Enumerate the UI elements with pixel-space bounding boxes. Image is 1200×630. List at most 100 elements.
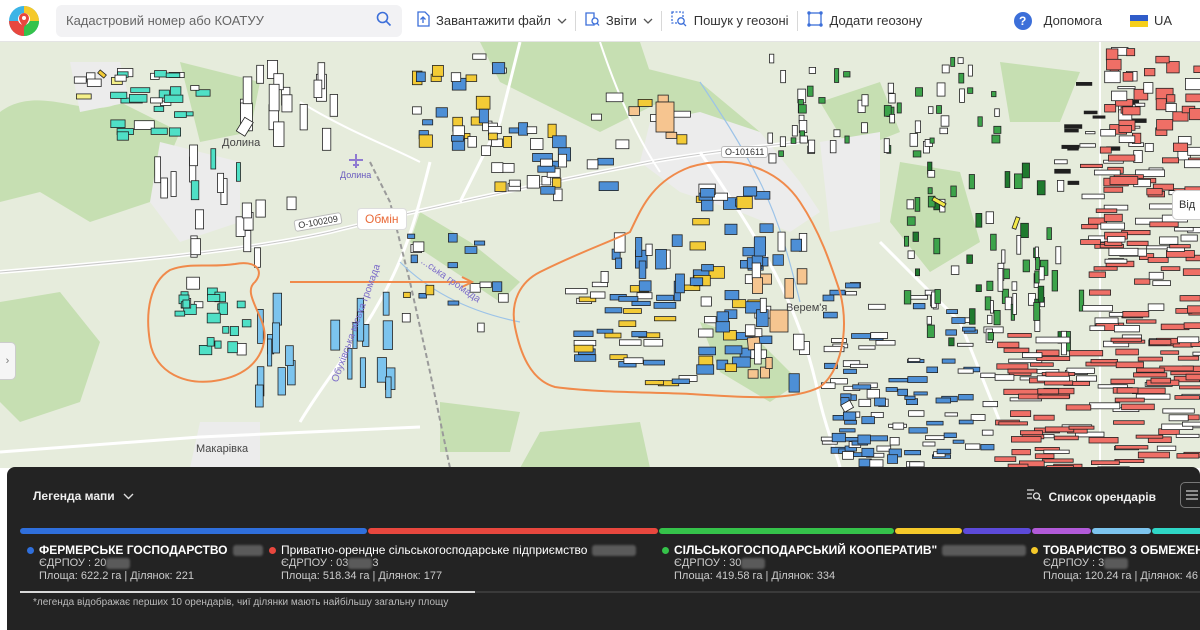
land-parcel[interactable]	[110, 91, 128, 99]
land-parcel[interactable]	[928, 106, 934, 114]
land-parcel[interactable]	[272, 322, 280, 354]
land-parcel[interactable]	[959, 88, 965, 103]
land-parcel[interactable]	[1106, 58, 1122, 71]
land-parcel[interactable]	[1118, 135, 1136, 143]
land-parcel[interactable]	[845, 291, 858, 296]
land-parcel[interactable]	[1022, 352, 1043, 359]
land-parcel[interactable]	[1022, 259, 1030, 273]
land-parcel[interactable]	[1156, 445, 1177, 451]
land-parcel[interactable]	[784, 278, 794, 299]
land-parcel[interactable]	[526, 126, 538, 134]
land-parcel[interactable]	[844, 135, 850, 144]
land-parcel[interactable]	[857, 434, 871, 445]
land-parcel[interactable]	[968, 174, 975, 190]
land-parcel[interactable]	[1104, 70, 1121, 84]
land-parcel[interactable]	[655, 101, 675, 133]
land-parcel[interactable]	[1065, 404, 1092, 411]
map-layer[interactable]	[0, 42, 1200, 468]
land-parcel[interactable]	[957, 57, 964, 64]
land-parcel[interactable]	[447, 233, 458, 243]
land-parcel[interactable]	[214, 340, 222, 349]
land-parcel[interactable]	[1147, 257, 1169, 263]
land-parcel[interactable]	[1189, 108, 1200, 121]
land-parcel[interactable]	[1089, 402, 1121, 410]
land-parcel[interactable]	[268, 83, 280, 112]
land-parcel[interactable]	[1007, 332, 1032, 338]
land-parcel[interactable]	[218, 302, 228, 315]
land-parcel[interactable]	[993, 309, 1001, 326]
land-parcel[interactable]	[464, 246, 478, 254]
land-parcel[interactable]	[242, 76, 253, 105]
land-parcel[interactable]	[285, 345, 294, 367]
land-parcel[interactable]	[788, 373, 800, 393]
land-parcel[interactable]	[799, 135, 808, 144]
land-parcel[interactable]	[110, 119, 126, 129]
land-parcel[interactable]	[874, 397, 886, 407]
land-parcel[interactable]	[981, 429, 994, 436]
land-parcel[interactable]	[1003, 347, 1030, 353]
land-parcel[interactable]	[1080, 163, 1103, 169]
land-parcel[interactable]	[1166, 94, 1176, 103]
land-parcel[interactable]	[1011, 436, 1042, 443]
land-parcel[interactable]	[229, 326, 239, 337]
land-parcel[interactable]	[1111, 90, 1128, 102]
land-parcel[interactable]	[604, 332, 622, 339]
land-parcel[interactable]	[845, 282, 861, 289]
land-parcel[interactable]	[1069, 350, 1104, 357]
land-parcel[interactable]	[909, 133, 918, 147]
land-parcel[interactable]	[948, 337, 955, 347]
land-parcel[interactable]	[934, 289, 941, 304]
land-parcel[interactable]	[912, 231, 919, 242]
land-parcel[interactable]	[829, 289, 846, 296]
land-parcel[interactable]	[254, 247, 261, 268]
land-parcel[interactable]	[808, 66, 817, 74]
land-parcel[interactable]	[168, 127, 181, 137]
land-parcel[interactable]	[765, 357, 773, 370]
legend-scrollbar-thumb[interactable]	[20, 591, 475, 593]
land-parcel[interactable]	[1064, 124, 1083, 129]
land-parcel[interactable]	[834, 68, 840, 83]
land-parcel[interactable]	[1122, 71, 1134, 82]
legend-owner-3[interactable]: СІЛЬСЬКОГОСПОДАРСЬКИЙ КООПЕРАТИВ" ЄДРПОУ…	[662, 543, 1027, 583]
land-parcel[interactable]	[868, 303, 886, 310]
land-parcel[interactable]	[644, 380, 664, 386]
land-parcel[interactable]	[665, 131, 678, 139]
land-parcel[interactable]	[700, 296, 712, 307]
land-parcel[interactable]	[128, 94, 148, 103]
side-button-vid[interactable]: Від	[1172, 190, 1200, 220]
land-parcel[interactable]	[732, 299, 747, 309]
land-parcel[interactable]	[643, 339, 664, 347]
land-parcel[interactable]	[767, 132, 774, 144]
land-parcel[interactable]	[76, 93, 92, 100]
land-parcel[interactable]	[1081, 193, 1105, 200]
land-parcel[interactable]	[1121, 403, 1155, 411]
land-parcel[interactable]	[883, 138, 890, 153]
land-parcel[interactable]	[982, 400, 999, 408]
land-parcel[interactable]	[418, 292, 427, 299]
land-parcel[interactable]	[256, 64, 265, 84]
land-parcel[interactable]	[286, 196, 297, 211]
land-parcel[interactable]	[1076, 375, 1097, 382]
search-icon[interactable]	[376, 11, 392, 30]
reports-button[interactable]: Звіти	[576, 5, 661, 37]
land-parcel[interactable]	[1053, 435, 1079, 441]
land-parcel[interactable]	[1126, 48, 1136, 57]
land-parcel[interactable]	[605, 92, 624, 103]
land-parcel[interactable]	[492, 281, 503, 292]
land-parcel[interactable]	[866, 389, 880, 399]
land-parcel[interactable]	[330, 319, 341, 351]
land-parcel[interactable]	[839, 428, 856, 433]
land-parcel[interactable]	[407, 233, 416, 239]
land-parcel[interactable]	[926, 420, 944, 426]
land-parcel[interactable]	[1089, 289, 1112, 296]
land-parcel[interactable]	[537, 165, 556, 173]
land-parcel[interactable]	[925, 435, 945, 441]
land-parcel[interactable]	[1046, 227, 1052, 240]
land-parcel[interactable]	[385, 376, 392, 399]
land-parcel[interactable]	[1045, 371, 1070, 377]
land-parcel[interactable]	[833, 129, 841, 138]
list-view-button[interactable]	[1180, 482, 1200, 508]
land-parcel[interactable]	[936, 105, 942, 114]
land-parcel[interactable]	[174, 111, 187, 118]
legend-owner-4[interactable]: ТОВАРИСТВО З ОБМЕЖЕНО ЄДРПОУ : 3 Площа: …	[1031, 543, 1200, 583]
